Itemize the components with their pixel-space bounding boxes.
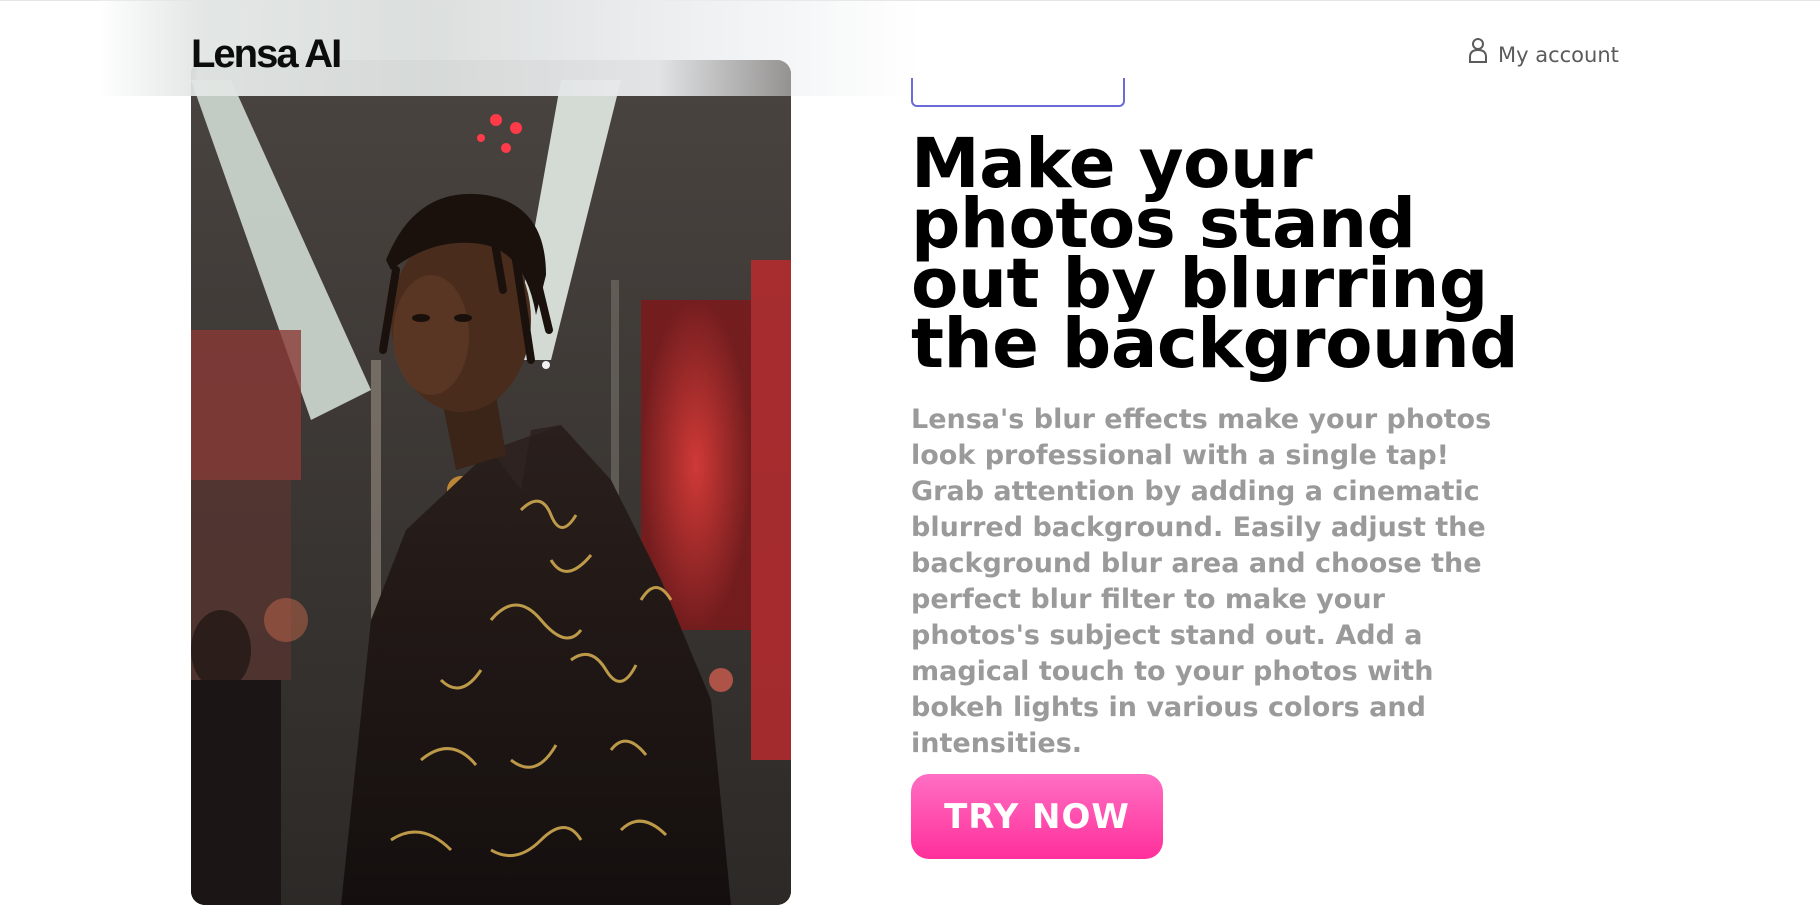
site-logo[interactable]: Lensa AI — [191, 30, 342, 78]
page: Make your photos stand out by blurring t… — [0, 0, 1820, 905]
user-icon — [1468, 36, 1488, 74]
hero-description: Lensa's blur effects make your photos lo… — [911, 404, 1492, 759]
my-account-label: My account — [1498, 43, 1619, 67]
try-now-button[interactable]: TRY NOW — [911, 774, 1163, 859]
hero-headline: Make your photos stand out by blurring t… — [911, 124, 1519, 384]
hero-photo — [191, 60, 791, 905]
site-header: Lensa AI My account — [0, 0, 1820, 96]
my-account-link[interactable]: My account — [1468, 36, 1619, 74]
